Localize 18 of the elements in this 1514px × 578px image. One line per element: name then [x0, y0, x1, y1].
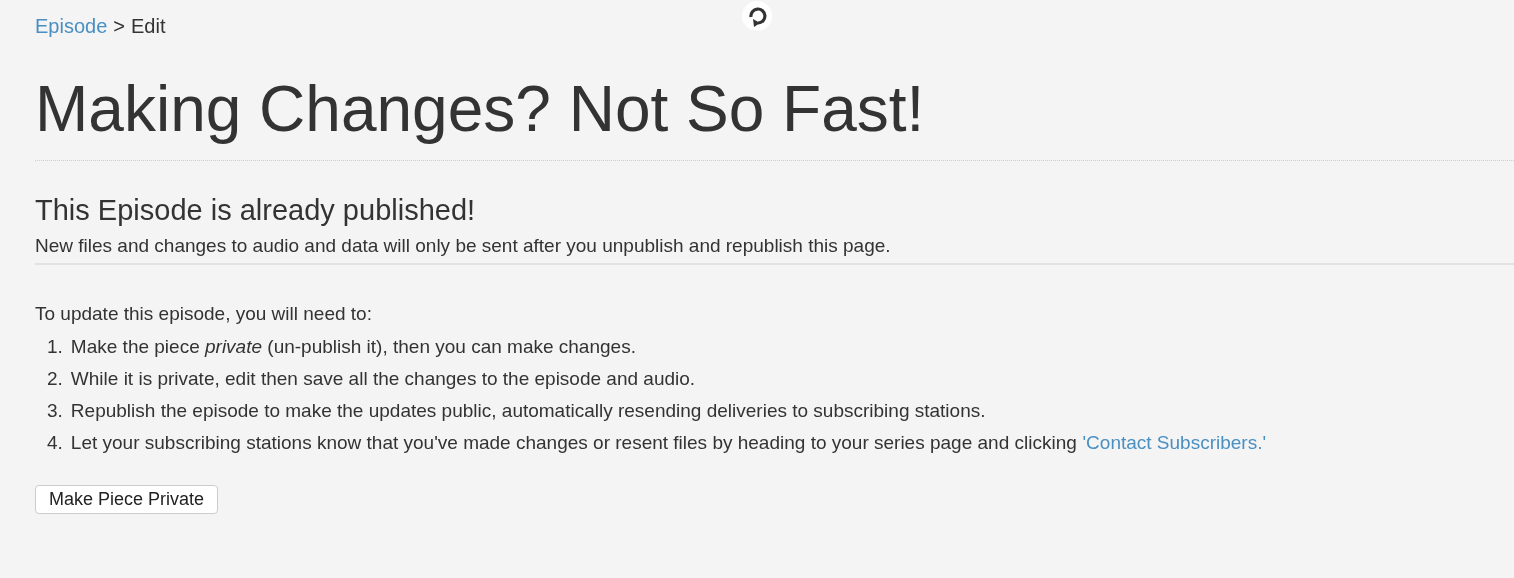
instructions-intro: To update this episode, you will need to: — [35, 303, 373, 326]
step-text: Make the piece private (un-publish it), then you can make changes. — [70, 335, 636, 360]
contact-subscribers-link[interactable]: 'Contact Subscribers.' — [1082, 432, 1267, 454]
refresh-icon[interactable] — [741, 0, 773, 32]
step-text: Let your subscribing stations know that you've made changes or resent files by heading to your series page and clicking 'Contact Subscribers.' — [70, 431, 1267, 456]
step-number: 1. — [47, 335, 63, 360]
step-text: While it is private, edit then save all the changes to the episode and audio. — [70, 367, 696, 392]
step-number: 4. — [47, 431, 63, 456]
step-text: Republish the episode to make the updates public, automatically resending deliveries to subscribing stations. — [70, 399, 986, 424]
step-number: 3. — [47, 399, 63, 424]
breadcrumb-link[interactable]: Episode — [35, 15, 108, 38]
step-number: 2. — [47, 367, 63, 392]
page-title: Making Changes? Not So Fast! — [35, 74, 926, 145]
notice-heading: This Episode is already published! — [35, 195, 477, 228]
notice-text: New files and changes to audio and data will only be sent after you unpublish and republish this page. — [35, 235, 892, 258]
breadcrumb-current: Edit — [130, 15, 166, 38]
breadcrumb-separator: > — [113, 15, 125, 38]
make-private-button[interactable]: Make Piece Private — [35, 485, 219, 515]
